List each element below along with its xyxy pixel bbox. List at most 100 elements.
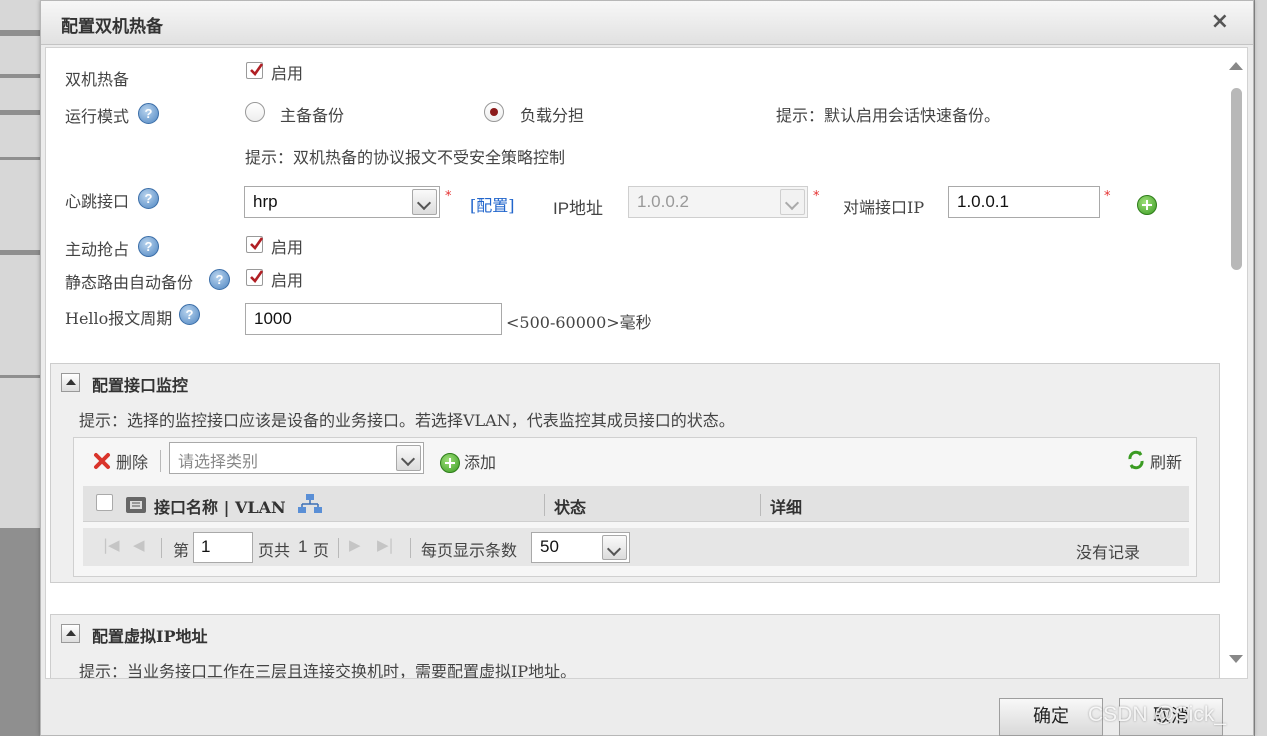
toolbar-divider [160,450,161,472]
column-status[interactable]: 状态 [554,494,586,518]
column-detail[interactable]: 详细 [770,494,802,518]
static-route-enable-label: 启用 [271,271,304,290]
collapse-icon[interactable] [61,624,80,643]
category-placeholder: 请选择类别 [178,452,259,471]
chevron-down-icon[interactable] [602,535,627,560]
static-route-backup-label: 静态路由自动备份 [65,273,194,292]
static-route-backup-checkbox[interactable] [246,269,264,286]
page-prefix: 第 [173,541,190,560]
scrollbar-thumb[interactable] [1231,88,1242,270]
peer-ip-value: 1.0.0.1 [957,192,1009,211]
dialog-title: 配置双机热备 [61,17,163,37]
per-page-select[interactable]: 50 [531,532,630,563]
help-icon[interactable]: ? [209,269,230,290]
hello-period-label: Hello报文周期 [65,309,173,328]
hot-standby-enable-label: 启用 [271,64,304,83]
virtual-ip-hint: 提示：当业务接口工作在三层且连接交换机时，需要配置虚拟IP地址。 [79,662,577,679]
dialog-content: 双机热备 启用 运行模式 ? 主备备份 负载分担 提示：默认启用会话快速备份。 … [45,47,1248,679]
help-icon[interactable]: ? [138,188,159,209]
run-mode-hint: 提示：默认启用会话快速备份。 [776,106,1001,125]
page-unit: 页 [313,541,330,560]
column-interface-name[interactable]: 接口名称 | VLAN [154,494,286,518]
run-mode-label: 运行模式 [65,107,130,126]
bg-stripe [0,78,42,110]
collapse-icon[interactable] [61,373,80,392]
peer-ip-input[interactable]: 1.0.0.1 [948,186,1100,218]
required-mark: * [1104,189,1111,204]
preempt-label: 主动抢占 [65,240,130,259]
help-icon[interactable]: ? [138,103,159,124]
per-page-label: 每页显示条数 [421,541,518,560]
table-header: 接口名称 | VLAN 状态 详细 [83,486,1189,522]
bg-stripe [0,0,42,30]
prev-page-icon[interactable]: ◀ [133,536,145,554]
virtual-ip-panel: 配置虚拟IP地址 提示：当业务接口工作在三层且连接交换机时，需要配置虚拟IP地址… [50,614,1220,679]
chevron-down-icon[interactable] [412,189,437,215]
pager-divider [161,538,162,558]
page-number-input[interactable]: 1 [193,532,253,563]
ip-address-select: 1.0.0.2 [628,186,808,218]
preempt-enable-label: 启用 [271,238,304,257]
peer-ip-label: 对端接口IP [843,198,925,217]
preempt-checkbox[interactable] [246,236,264,253]
bg-stripe [0,378,42,528]
add-button[interactable]: 添加 [464,449,496,473]
scroll-down-icon[interactable] [1229,655,1243,663]
hello-period-range: <500-60000>毫秒 [506,313,652,332]
network-icon [298,494,322,513]
chevron-down-icon[interactable] [396,445,421,471]
help-icon[interactable]: ? [179,304,200,325]
last-page-icon[interactable]: ▶| [377,536,394,554]
checkmark-icon [250,237,264,251]
hello-period-input[interactable]: 1000 [245,303,502,335]
protocol-hint: 提示：双机热备的协议报文不受安全策略控制 [245,148,566,167]
page-number-value: 1 [201,537,211,556]
per-page-value: 50 [540,537,559,556]
delete-button[interactable]: 删除 [116,449,148,473]
required-mark: * [445,189,452,204]
interface-monitor-panel: 配置接口监控 提示：选择的监控接口应该是设备的业务接口。若选择VLAN，代表监控… [50,363,1220,583]
interface-monitor-title: 配置接口监控 [92,376,189,395]
config-link[interactable]: [配置] [470,192,515,216]
heartbeat-interface-select[interactable]: hrp [244,186,440,218]
dialog-titlebar[interactable]: 配置双机热备 × [41,1,1253,45]
add-icon[interactable] [440,453,460,473]
add-heartbeat-icon[interactable] [1137,195,1157,215]
watermark: CSDN @Sick_ [1088,703,1227,726]
bg-stripe [0,115,42,157]
refresh-button[interactable]: 刷新 [1150,449,1182,473]
chevron-down-icon [780,189,805,215]
select-all-checkbox[interactable] [96,494,113,511]
first-page-icon[interactable]: |◀ [103,536,120,554]
bg-stripe [0,255,42,375]
help-icon[interactable]: ? [138,236,159,257]
bg-stripe [0,36,42,74]
category-select[interactable]: 请选择类别 [169,442,424,474]
hot-standby-dialog: 配置双机热备 × 双机热备 启用 运行模式 ? 主备备份 负载分担 提示：默认启… [40,0,1254,736]
checkmark-icon [250,63,264,77]
required-mark: * [813,189,820,204]
interface-monitor-grid: 删除 请选择类别 添加 刷新 接口名称 | VLAN 状态 详细 |◀ ◀ 第 … [73,437,1197,577]
next-page-icon[interactable]: ▶ [349,536,361,554]
hot-standby-checkbox[interactable] [246,62,264,79]
radio-load-sharing[interactable] [484,102,504,122]
hello-period-value: 1000 [254,309,292,328]
delete-icon[interactable] [92,451,112,471]
total-pages: 1 [298,537,308,556]
radio-load-sharing-label: 负载分担 [520,106,585,125]
refresh-icon[interactable] [1126,449,1146,471]
heartbeat-interface-value: hrp [253,192,278,211]
radio-active-standby-label: 主备备份 [280,106,345,125]
bg-stripe [0,160,42,250]
ip-address-label: IP地址 [553,199,604,218]
pager-divider [410,538,411,558]
radio-active-standby[interactable] [245,102,265,122]
heartbeat-label: 心跳接口 [65,192,130,211]
empty-records-text: 没有记录 [1076,543,1141,562]
checkmark-icon [250,270,264,284]
scroll-up-icon[interactable] [1229,62,1243,70]
pager-divider [338,538,339,558]
pager: |◀ ◀ 第 1 页共 1 页 ▶ ▶| 每页显示条数 50 没有记录 [83,528,1189,566]
virtual-ip-title: 配置虚拟IP地址 [92,627,208,646]
close-icon[interactable]: × [1211,9,1229,34]
